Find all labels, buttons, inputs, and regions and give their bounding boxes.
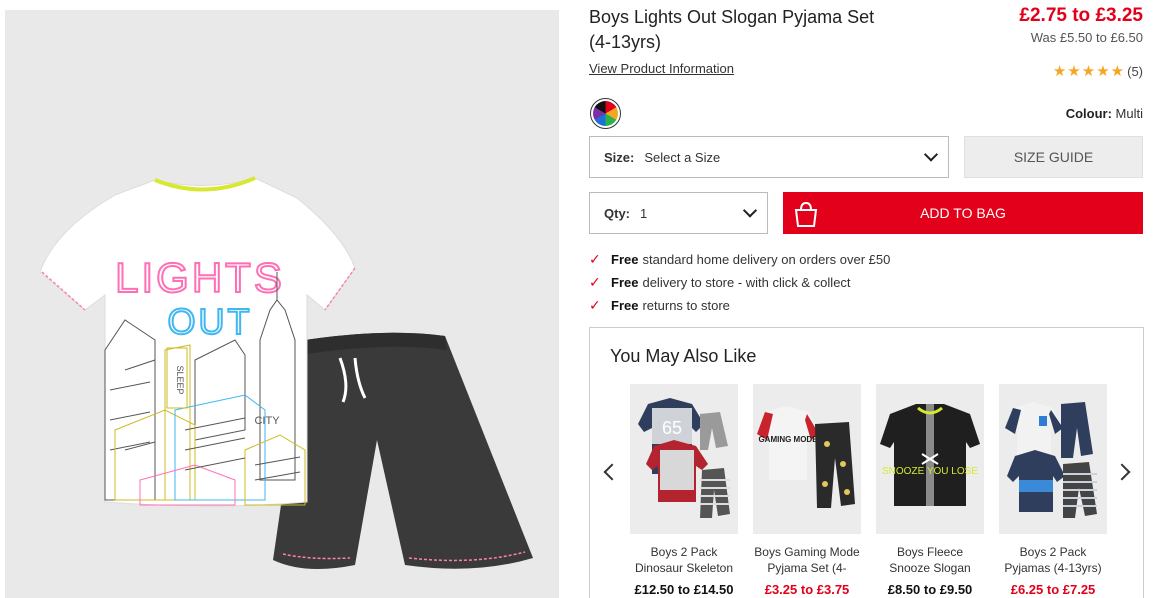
check-icon: ✓ — [589, 251, 601, 267]
recommendations-heading: You May Also Like — [610, 346, 757, 366]
qty-select[interactable]: Qty: 1 — [589, 192, 768, 234]
star-icon: ★ — [1067, 63, 1081, 80]
tshirt-city-text: CITY — [254, 415, 280, 427]
colour-value: Multi — [1115, 106, 1143, 121]
product-thumbnail[interactable]: 65 — [630, 384, 738, 534]
tshirt-out-text: OUT — [168, 301, 253, 342]
recommendation-price: £12.50 to £14.50 — [634, 582, 734, 597]
product-price: £2.75 to £3.25 — [1019, 5, 1143, 26]
view-product-info-link[interactable]: View Product Information — [589, 61, 734, 76]
star-icon: ★ — [1052, 63, 1067, 80]
recommendations-panel: You May Also Like 65 Boys 2 Pack Dinosau… — [589, 327, 1144, 598]
recommendation-card[interactable]: 65 Boys 2 Pack Dinosaur Skeleton £12.50 … — [630, 384, 738, 597]
thumb-text: 65 — [662, 418, 682, 438]
perk-bold: Free — [611, 298, 639, 313]
perk-item: ✓ Free standard home delivery on orders … — [589, 248, 890, 271]
colour-indicator: Colour: Multi — [1066, 106, 1143, 121]
colour-swatch-multi[interactable] — [590, 98, 621, 129]
recommendation-name[interactable]: Boys Fleece Snooze Slogan — [876, 544, 984, 578]
shopping-bag-icon — [794, 201, 818, 227]
add-to-bag-label: ADD TO BAG — [920, 205, 1006, 221]
qty-value: 1 — [640, 205, 648, 221]
product-thumbnail[interactable] — [999, 384, 1107, 534]
product-thumbnail[interactable]: SNOOZE YOU LOSE — [876, 384, 984, 534]
star-rating[interactable]: ★ ★ ★ ★ ★ (5) — [1053, 64, 1143, 79]
recommendation-card[interactable]: GAMING MODE Boys Gaming Mode Pyjama Set … — [753, 384, 861, 597]
carousel-prev-arrow-icon[interactable] — [603, 463, 621, 481]
recommendation-price: £8.50 to £9.50 — [887, 582, 973, 597]
colour-label: Colour: — [1065, 106, 1112, 121]
recommendation-price: £3.25 to £3.75 — [764, 582, 850, 597]
multi-colour-icon — [593, 101, 618, 126]
add-to-bag-button[interactable]: ADD TO BAG — [783, 192, 1143, 234]
perk-bold: Free — [611, 275, 639, 290]
recommendation-card[interactable]: Boys 2 Pack Pyjamas (4-13yrs) £6.25 to £… — [999, 384, 1107, 597]
recommendation-name[interactable]: Boys 2 Pack Pyjamas (4-13yrs) — [999, 544, 1107, 578]
check-icon: ✓ — [589, 274, 601, 290]
carousel-next-arrow-icon[interactable] — [1113, 463, 1131, 481]
thumb-text: SNOOZE YOU LOSE — [882, 466, 978, 477]
recommendation-price: £6.25 to £7.25 — [1010, 582, 1096, 597]
chevron-down-icon — [742, 203, 758, 218]
size-label: Size: — [604, 149, 635, 165]
was-price: Was £5.50 to £6.50 — [1030, 30, 1143, 45]
recommendation-card[interactable]: SNOOZE YOU LOSE Boys Fleece Snooze Sloga… — [876, 384, 984, 597]
recommendation-name[interactable]: Boys 2 Pack Dinosaur Skeleton — [630, 544, 738, 578]
size-value: Select a Size — [644, 149, 721, 165]
rating-count: (5) — [1127, 64, 1143, 79]
chevron-down-icon — [923, 147, 939, 162]
product-image[interactable]: LIGHTS OUT SLEEP CITY — [5, 10, 559, 598]
delivery-perks-list: ✓ Free standard home delivery on orders … — [589, 248, 890, 317]
product-thumbnail[interactable]: GAMING MODE — [753, 384, 861, 534]
pyjama-illustration: LIGHTS OUT SLEEP CITY — [39, 176, 533, 569]
star-icon: ★ — [1110, 63, 1125, 80]
tshirt-lights-text: LIGHTS — [115, 254, 285, 301]
perk-text: returns to store — [642, 298, 730, 313]
check-icon: ✓ — [589, 297, 601, 313]
thumb-text: GAMING MODE — [758, 435, 818, 444]
star-icon: ★ — [1096, 63, 1110, 80]
size-guide-button[interactable]: SIZE GUIDE — [964, 136, 1143, 178]
tshirt-sleep-text: SLEEP — [175, 365, 185, 394]
perk-item: ✓ Free returns to store — [589, 294, 890, 317]
perk-item: ✓ Free delivery to store - with click & … — [589, 271, 890, 294]
perk-text: standard home delivery on orders over £5… — [642, 252, 891, 267]
recommendation-name[interactable]: Boys Gaming Mode Pyjama Set (4- — [753, 544, 861, 578]
perk-text: delivery to store - with click & collect — [642, 275, 851, 290]
size-select[interactable]: Size: Select a Size — [589, 136, 949, 178]
qty-label: Qty: — [604, 205, 630, 221]
product-title: Boys Lights Out Slogan Pyjama Set (4-13y… — [589, 7, 875, 52]
perk-bold: Free — [611, 252, 639, 267]
star-icon: ★ — [1081, 63, 1096, 80]
